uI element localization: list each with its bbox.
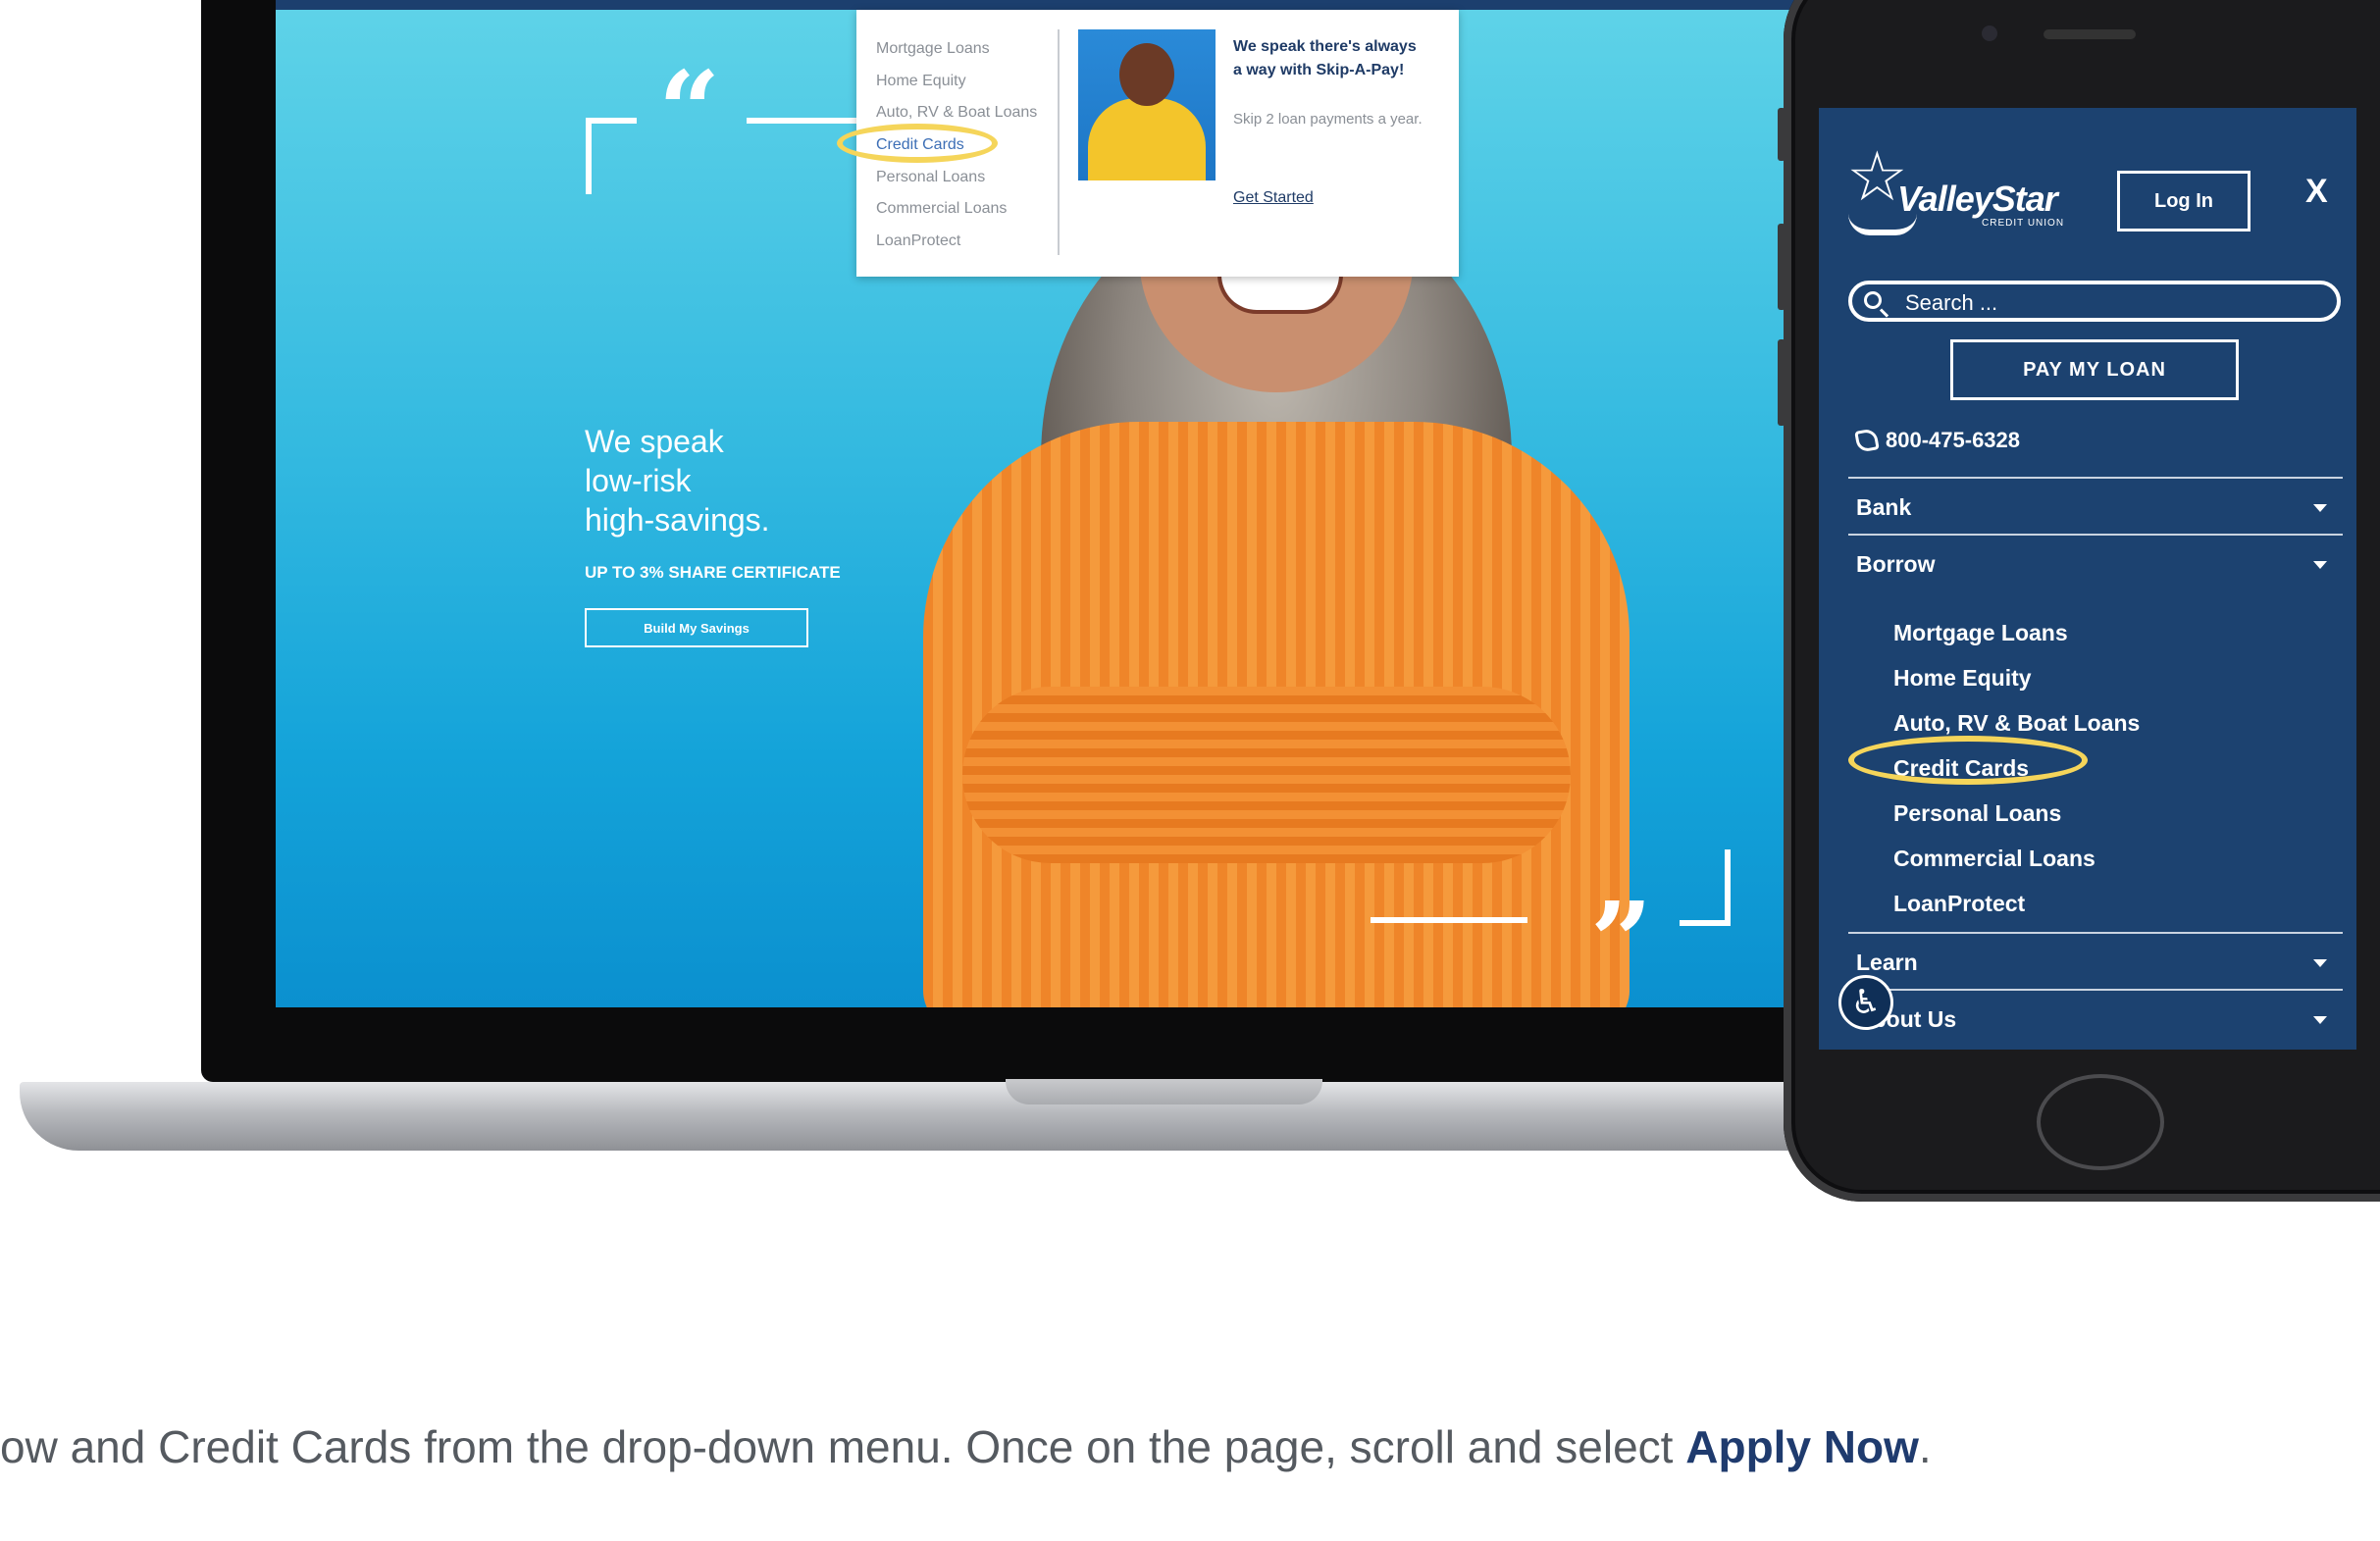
menu-item-commercial-loans[interactable]: Commercial Loans — [876, 193, 1062, 226]
menu-item-mortgage-loans[interactable]: Mortgage Loans — [876, 33, 1062, 66]
quote-line-right — [1371, 917, 1527, 923]
brand-logo[interactable]: ValleyStar — [1897, 179, 2058, 220]
nav-divider — [1848, 932, 2343, 934]
nav-item-label: Learn — [1856, 950, 1918, 975]
promo-person-body — [1088, 98, 1206, 180]
accessibility-icon[interactable]: ♿ — [1838, 975, 1893, 1030]
quote-bracket-right — [1725, 849, 1731, 926]
phone-icon — [1854, 428, 1880, 453]
phone-mute-switch — [1778, 108, 1785, 161]
nav-item-bank[interactable]: Bank — [1856, 494, 2337, 521]
hero-person-arms — [962, 687, 1571, 863]
close-quote-icon: ” — [1590, 878, 1653, 1004]
chevron-down-icon — [2313, 1016, 2327, 1024]
quote-line-left — [747, 118, 864, 124]
submenu-item-mortgage-loans[interactable]: Mortgage Loans — [1893, 610, 2140, 655]
promo-person-head — [1119, 43, 1174, 106]
promo-image — [1078, 29, 1216, 180]
menu-item-loanprotect[interactable]: LoanProtect — [876, 226, 1062, 258]
credit-cards-highlight-ring — [837, 124, 998, 163]
search-icon — [1864, 291, 1882, 309]
quote-bracket-left — [586, 118, 592, 194]
mobile-nav-screen: ☆ ValleyStar CREDIT UNION Log In X PAY M… — [1819, 108, 2356, 1050]
instruction-caption: ow and Credit Cards from the drop-down m… — [0, 1420, 2380, 1473]
apply-now-link[interactable]: Apply Now — [1685, 1421, 1919, 1472]
submenu-item-loanprotect[interactable]: LoanProtect — [1893, 881, 2140, 926]
submenu-item-personal-loans[interactable]: Personal Loans — [1893, 791, 2140, 836]
build-my-savings-button[interactable]: Build My Savings — [585, 608, 808, 647]
laptop-trackpad-notch — [1006, 1079, 1322, 1104]
submenu-item-home-equity[interactable]: Home Equity — [1893, 655, 2140, 700]
close-menu-button[interactable]: X — [2305, 173, 2328, 211]
nav-divider — [1848, 989, 2343, 991]
open-quote-icon: “ — [658, 47, 721, 174]
caption-end: . — [1918, 1421, 1932, 1472]
submenu-item-commercial-loans[interactable]: Commercial Loans — [1893, 836, 2140, 881]
laptop-screen: “ ” We speak low-risk high-savings. UP T… — [276, 0, 1826, 1007]
hero-headline-line: We speak — [585, 424, 724, 459]
menu-item-personal-loans[interactable]: Personal Loans — [876, 162, 1062, 194]
promo-title: We speak there's always a way with Skip-… — [1233, 38, 1417, 78]
chevron-down-icon — [2313, 959, 2327, 967]
chevron-down-icon — [2313, 561, 2327, 569]
brand-subtitle: CREDIT UNION — [1982, 218, 2065, 229]
pay-my-loan-button[interactable]: PAY MY LOAN — [1950, 339, 2239, 400]
search-bar — [1848, 281, 2341, 322]
nav-item-about[interactable]: About Us — [1856, 1006, 2337, 1033]
caption-text: ow and Credit Cards from the drop-down m… — [0, 1421, 1686, 1472]
menu-item-home-equity[interactable]: Home Equity — [876, 66, 1062, 98]
nav-item-borrow[interactable]: Borrow — [1856, 551, 2337, 578]
search-input[interactable] — [1903, 286, 2319, 320]
menu-divider — [1058, 29, 1060, 255]
chevron-down-icon — [2313, 504, 2327, 512]
credit-cards-highlight-ring — [1848, 736, 2088, 785]
log-in-button[interactable]: Log In — [2117, 171, 2251, 231]
promo-text: Skip 2 loan payments a year. — [1233, 111, 1423, 128]
hero-subheading: UP TO 3% SHARE CERTIFICATE — [585, 563, 841, 582]
nav-divider — [1848, 534, 2343, 536]
nav-item-label: Bank — [1856, 494, 1912, 520]
get-started-link[interactable]: Get Started — [1233, 189, 1314, 207]
hero-person-smile — [1217, 275, 1343, 314]
quote-bracket-left-top — [586, 118, 637, 124]
hero-headline-line: high-savings. — [585, 502, 770, 538]
home-button[interactable] — [2037, 1074, 2164, 1170]
laptop-base — [20, 1082, 1864, 1151]
nav-divider — [1848, 477, 2343, 479]
phone-number-row[interactable]: 800-475-6328 — [1854, 428, 2021, 453]
phone-number: 800-475-6328 — [1886, 428, 2021, 452]
nav-item-learn[interactable]: Learn — [1856, 950, 2337, 976]
nav-item-label: Borrow — [1856, 551, 1936, 577]
phone-volume-down — [1778, 339, 1785, 426]
camera-icon — [1982, 26, 1997, 41]
hero-headline: We speak low-risk high-savings. — [585, 422, 957, 539]
phone-speaker — [2044, 29, 2136, 39]
quote-bracket-right-bottom — [1680, 920, 1731, 926]
site-header-bar — [276, 0, 1826, 10]
phone-volume-up — [1778, 224, 1785, 310]
hero-headline-line: low-risk — [585, 463, 692, 498]
